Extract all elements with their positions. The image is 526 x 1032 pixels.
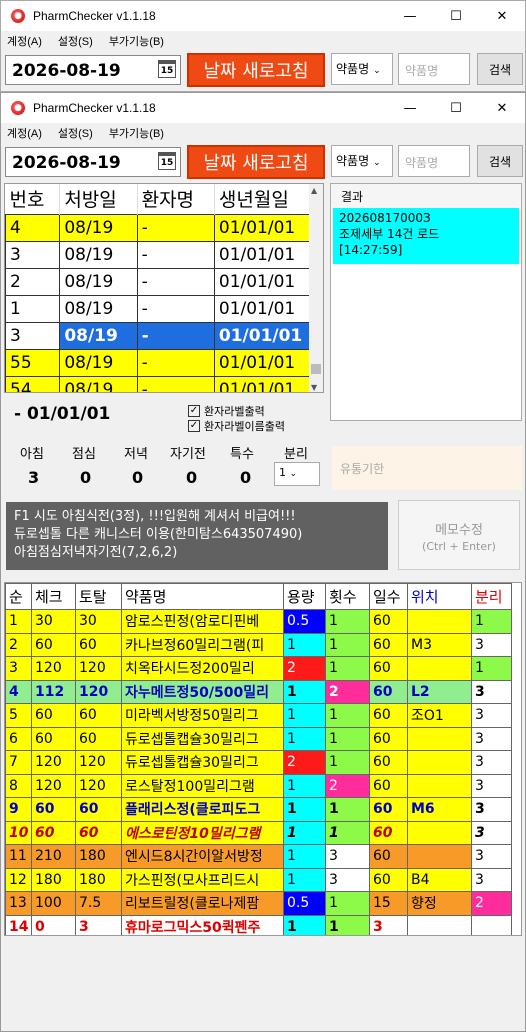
patient-grid[interactable]: 번호 처방일 환자명 생년월일 4 08/19-01/01/01 3 08/19-0… — [4, 183, 324, 393]
col-header-seq[interactable]: 순 — [5, 583, 32, 610]
drug-row[interactable]: 10 60 60 에스로틴정10밀리그램 1 1 60 3 — [5, 820, 512, 845]
col-header-location[interactable]: 위치 — [407, 583, 472, 610]
drug-row[interactable]: 6 60 60 듀로셉톨캡슐30밀리그 1 1 60 3 — [5, 726, 512, 751]
result-header: 결과 — [331, 184, 521, 208]
title-bar: ● PharmChecker v1.1.18 — ☐ ✕ — [1, 93, 525, 123]
lunch-label: 점심 — [72, 447, 96, 462]
minimize-button[interactable]: — — [387, 1, 433, 31]
morning-value: 3 — [28, 468, 40, 487]
drug-row[interactable]: 14 0 3 휴마로그믹스50퀵펜주 1 1 3 — [5, 914, 512, 935]
col-header-times[interactable]: 횟수 — [325, 583, 370, 610]
close-button[interactable]: ✕ — [479, 93, 525, 123]
col-header-total[interactable]: 토탈 — [75, 583, 122, 610]
memo-box: F1 시도 아침식전(3정), !!!입원해 계셔서 비급여!!! 듀로셉톨 다… — [6, 502, 388, 570]
col-header-split[interactable]: 분리 — [471, 583, 512, 610]
chevron-down-icon: ⌄ — [289, 469, 298, 479]
patient-scrollbar[interactable]: ▲ ▼ — [309, 184, 323, 392]
app-logo-icon: ● — [11, 101, 25, 115]
minimize-button[interactable]: — — [387, 93, 433, 123]
drug-row[interactable]: 12 180 180 가스핀정(모사프리드시 1 3 60 B4 3 — [5, 867, 512, 892]
refresh-date-button[interactable]: 날짜 새로고침 — [187, 53, 325, 87]
check-icon: ✓ — [188, 405, 200, 417]
calendar-icon[interactable]: 15 — [158, 152, 176, 170]
refresh-date-button[interactable]: 날짜 새로고침 — [187, 145, 325, 179]
drug-row[interactable]: 5 60 60 미라벡서방정50밀리그 1 1 60 조O1 3 — [5, 703, 512, 728]
menu-extras[interactable]: 부가기능(B) — [109, 125, 164, 141]
chevron-down-icon: ⌄ — [373, 66, 381, 76]
search-button[interactable]: 검색 — [477, 53, 523, 85]
patient-row[interactable]: 2 08/19-01/01/01 — [5, 267, 312, 296]
split-select[interactable]: 1 ⌄ — [274, 462, 320, 486]
calendar-icon[interactable]: 15 — [158, 60, 176, 78]
scroll-up-icon[interactable]: ▲ — [311, 186, 317, 195]
dinner-label: 저녁 — [124, 447, 148, 462]
date-field[interactable]: 2026-08-19 15 — [5, 147, 181, 177]
col-header-dose[interactable]: 용량 — [283, 583, 326, 610]
window-title: PharmChecker v1.1.18 — [33, 9, 156, 23]
col-header-date[interactable]: 처방일 — [59, 184, 138, 214]
patient-row[interactable]: 1 08/19-01/01/01 — [5, 294, 312, 323]
drug-row[interactable]: 11 210 180 엔시드8시간이알서방정 1 3 60 3 — [5, 844, 512, 869]
search-type-select[interactable]: 약품명 ⌄ — [331, 53, 393, 85]
background-window: ● PharmChecker v1.1.18 — ☐ ✕ 계정(A) 설정(S)… — [0, 0, 526, 92]
drug-row[interactable]: 1 30 30 암로스핀정(암로디핀베 0.5 1 60 1 — [5, 609, 512, 634]
maximize-button[interactable]: ☐ — [433, 1, 479, 31]
menu-account[interactable]: 계정(A) — [7, 33, 42, 49]
search-type-select[interactable]: 약품명 ⌄ — [331, 145, 393, 177]
dinner-value: 0 — [132, 468, 144, 487]
drug-row[interactable]: 2 60 60 카나브정60밀리그램(피 1 1 60 M3 3 — [5, 632, 512, 657]
menu-extras[interactable]: 부가기능(B) — [109, 33, 164, 49]
name-label-print-checkbox[interactable]: ✓ 환자라벨이름출력 — [188, 418, 285, 434]
menu-settings[interactable]: 설정(S) — [58, 33, 93, 49]
drug-row[interactable]: 9 60 60 플래리스정(클로피도그 1 1 60 M6 3 — [5, 797, 512, 822]
special-label: 특수 — [230, 447, 254, 462]
memo-edit-button[interactable]: 메모수정 (Ctrl + Enter) — [398, 500, 520, 570]
bedtime-label: 자기전 — [170, 447, 206, 462]
chevron-down-icon: ⌄ — [373, 158, 381, 168]
col-header-drug[interactable]: 약품명 — [121, 583, 284, 610]
label-print-checkbox[interactable]: ✓ 환자라벨출력 — [188, 403, 265, 419]
drug-search-input[interactable]: 약품명 — [398, 53, 470, 85]
selected-patient-label: - 01/01/01 — [14, 404, 111, 424]
check-icon: ✓ — [188, 420, 200, 432]
drug-search-input[interactable]: 약품명 — [398, 145, 470, 177]
drug-row[interactable]: 8 120 120 로스탈정100밀리그램 1 2 60 3 — [5, 773, 512, 798]
drug-row[interactable]: 4 112 120 자누메트정50/500밀리 1 2 60 L2 3 — [5, 679, 512, 704]
scroll-thumb[interactable] — [311, 364, 321, 374]
close-button[interactable]: ✕ — [479, 1, 525, 31]
result-item[interactable]: 20260817000З 조제세부 14건 로드 [14:27:59] — [333, 208, 519, 264]
morning-label: 아침 — [20, 447, 44, 462]
col-header-check[interactable]: 체크 — [31, 583, 76, 610]
scroll-down-icon[interactable]: ▼ — [311, 383, 317, 392]
special-value: 0 — [240, 468, 252, 487]
expiry-input[interactable]: 유통기한 — [332, 446, 522, 490]
patient-row[interactable]: 54 08/19-01/01/01 — [5, 375, 312, 392]
drug-row[interactable]: 13 100 7.5 리보트릴정(클로나제팜 0.5 1 15 향정 2 — [5, 891, 512, 916]
maximize-button[interactable]: ☐ — [433, 93, 479, 123]
window-title: PharmChecker v1.1.18 — [33, 101, 156, 115]
patient-row[interactable]: 3 08/19-01/01/01 — [5, 240, 312, 269]
col-header-name[interactable]: 환자명 — [137, 184, 215, 214]
lunch-value: 0 — [80, 468, 92, 487]
patient-row[interactable]: 55 08/19-01/01/01 — [5, 348, 312, 377]
patient-row[interactable]: 4 08/19-01/01/01 — [5, 213, 312, 242]
title-bar: ● PharmChecker v1.1.18 — ☐ ✕ — [1, 1, 525, 31]
split-label: 분리 — [284, 447, 308, 462]
result-panel: 결과 20260817000З 조제세부 14건 로드 [14:27:59] — [330, 183, 522, 421]
app-logo-icon: ● — [11, 9, 25, 23]
menu-settings[interactable]: 설정(S) — [58, 125, 93, 141]
bedtime-value: 0 — [186, 468, 198, 487]
drug-grid[interactable]: 순 체크 토탈 약품명 용량 횟수 일수 위치 분리 1 30 30 암로스핀정(암로… — [4, 582, 522, 936]
col-header-days[interactable]: 일수 — [369, 583, 408, 610]
col-header-number[interactable]: 번호 — [5, 184, 61, 214]
menu-account[interactable]: 계정(A) — [7, 125, 42, 141]
col-header-birth[interactable]: 생년월일 — [214, 184, 312, 214]
patient-row-selected[interactable]: 3 08/19-01/01/01 — [5, 321, 312, 350]
drug-row[interactable]: 7 120 120 듀로셉톨캡슐30밀리그 2 1 60 3 — [5, 750, 512, 775]
search-button[interactable]: 검색 — [477, 145, 523, 177]
date-field[interactable]: 2026-08-19 15 — [5, 55, 181, 85]
drug-row[interactable]: 3 120 120 치옥타시드정200밀리 2 1 60 1 — [5, 656, 512, 681]
